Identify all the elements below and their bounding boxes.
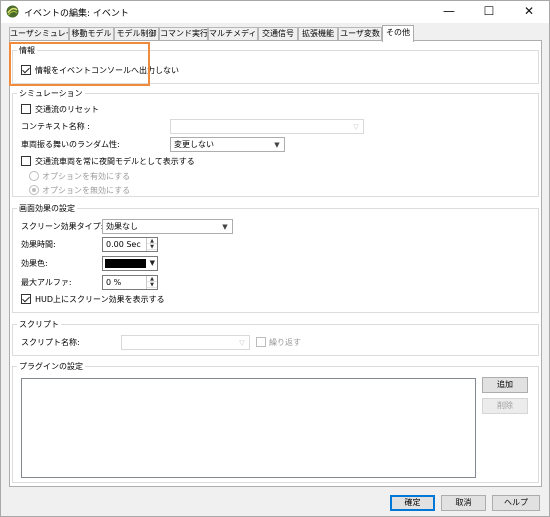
- plugin-group-label: プラグインの設定: [17, 361, 85, 372]
- chevron-down-icon: ▽: [353, 123, 359, 131]
- context-name-combo[interactable]: ▽: [170, 119, 364, 134]
- effect-color-swatch: [105, 259, 146, 268]
- effect-time-value: 0.00 Sec: [106, 240, 141, 249]
- tab-traffic-signal[interactable]: 交通信号: [258, 27, 298, 41]
- minimize-icon: —: [443, 4, 455, 18]
- tab-model-control[interactable]: モデル制御: [114, 27, 159, 41]
- tab-extensions[interactable]: 拡張機能: [298, 27, 338, 41]
- script-name-label: スクリプト名称:: [21, 338, 80, 347]
- option-enable-label: オプションを有効にする: [42, 172, 131, 181]
- app-logo-icon: [6, 5, 19, 18]
- tab-panel-other: 情報 情報をイベントコンソールへ出力しない シミュレーション 交通流のリセット …: [9, 40, 542, 487]
- night-model-label: 交通流車両を常に夜間モデルとして表示する: [35, 157, 195, 166]
- traffic-reset-checkbox[interactable]: [21, 104, 31, 114]
- title-bar[interactable]: イベントの編集: イベント — ☐ ✕: [1, 1, 549, 23]
- tab-command-exec[interactable]: コマンド実行: [159, 27, 208, 41]
- vehicle-random-label: 車両振る舞いのランダム性:: [21, 140, 120, 149]
- max-alpha-value: 0 %: [106, 278, 122, 287]
- night-model-checkbox[interactable]: [21, 156, 31, 166]
- effect-type-combo[interactable]: 効果なし ▼: [102, 219, 233, 234]
- highlight-annotation: [9, 42, 150, 86]
- minimize-button[interactable]: —: [429, 1, 469, 23]
- script-group-label: スクリプト: [17, 319, 61, 330]
- tab-strip: ユーザシミュレーション 移動モデル モデル制御 コマンド実行 マルチメディア 交…: [9, 25, 541, 42]
- effect-time-spinner[interactable]: 0.00 Sec ▲ ▼: [102, 237, 158, 252]
- script-name-combo[interactable]: ▽: [121, 335, 250, 350]
- screen-effect-group-label: 画面効果の設定: [17, 203, 77, 214]
- cancel-button[interactable]: 取消: [441, 495, 486, 511]
- hud-label: HUD上にスクリーン効果を表示する: [35, 295, 165, 304]
- vehicle-random-combo[interactable]: 変更しない ▼: [170, 137, 285, 152]
- effect-type-label: スクリーン効果タイプ:: [21, 222, 104, 231]
- spin-down-icon[interactable]: ▼: [147, 244, 157, 250]
- effect-time-label: 効果時間:: [21, 240, 56, 249]
- chevron-down-icon: ▼: [274, 141, 280, 149]
- screen-effect-group: 画面効果の設定 スクリーン効果タイプ: 効果なし ▼ 効果時間: 0.00 Se…: [12, 203, 539, 313]
- vehicle-random-value: 変更しない: [174, 140, 214, 149]
- chevron-down-icon: ▼: [149, 259, 155, 267]
- max-alpha-spinner[interactable]: 0 % ▲ ▼: [102, 275, 158, 290]
- traffic-reset-label: 交通流のリセット: [35, 105, 99, 114]
- repeat-label: 繰り返す: [269, 338, 301, 347]
- repeat-checkbox[interactable]: [256, 337, 266, 347]
- hud-checkbox[interactable]: [21, 294, 31, 304]
- effect-color-picker[interactable]: ▼: [102, 256, 158, 271]
- simulation-group: シミュレーション 交通流のリセット コンテキスト名称 : ▽ 車両振る舞いのラン…: [12, 88, 539, 197]
- simulation-group-label: シミュレーション: [17, 88, 85, 99]
- tab-user-variables[interactable]: ユーザ変数: [338, 27, 382, 41]
- option-enable-radio[interactable]: [29, 171, 39, 181]
- effect-type-value: 効果なし: [106, 222, 138, 231]
- close-button[interactable]: ✕: [509, 1, 549, 23]
- effect-color-label: 効果色:: [21, 259, 48, 268]
- context-name-label: コンテキスト名称 :: [21, 122, 90, 131]
- chevron-down-icon: ▽: [239, 339, 245, 347]
- event-edit-dialog: イベントの編集: イベント — ☐ ✕ ユーザシミュレーション 移動モデル モデ…: [0, 0, 550, 517]
- spin-down-icon[interactable]: ▼: [147, 282, 157, 288]
- tab-multimedia[interactable]: マルチメディア: [208, 27, 258, 41]
- tab-user-simulation[interactable]: ユーザシミュレーション: [9, 27, 69, 41]
- delete-plugin-button[interactable]: 削除: [482, 398, 528, 414]
- help-button[interactable]: ヘルプ: [492, 495, 540, 511]
- option-disable-label: オプションを無効にする: [42, 186, 131, 195]
- tab-movement-model[interactable]: 移動モデル: [69, 27, 114, 41]
- close-icon: ✕: [523, 4, 535, 18]
- ok-button[interactable]: 確定: [390, 495, 435, 511]
- add-plugin-button[interactable]: 追加: [482, 377, 528, 393]
- max-alpha-label: 最大アルファ:: [21, 278, 72, 287]
- plugin-group: プラグインの設定 追加 削除: [12, 361, 539, 483]
- plugin-list[interactable]: [21, 378, 476, 478]
- tab-other[interactable]: その他: [382, 25, 414, 42]
- chevron-down-icon: ▼: [222, 223, 228, 231]
- maximize-icon: ☐: [483, 4, 495, 18]
- option-disable-radio[interactable]: [29, 185, 39, 195]
- window-title: イベントの編集: イベント: [24, 9, 129, 19]
- script-group: スクリプト スクリプト名称: ▽ 繰り返す: [12, 319, 539, 356]
- maximize-button[interactable]: ☐: [469, 1, 509, 23]
